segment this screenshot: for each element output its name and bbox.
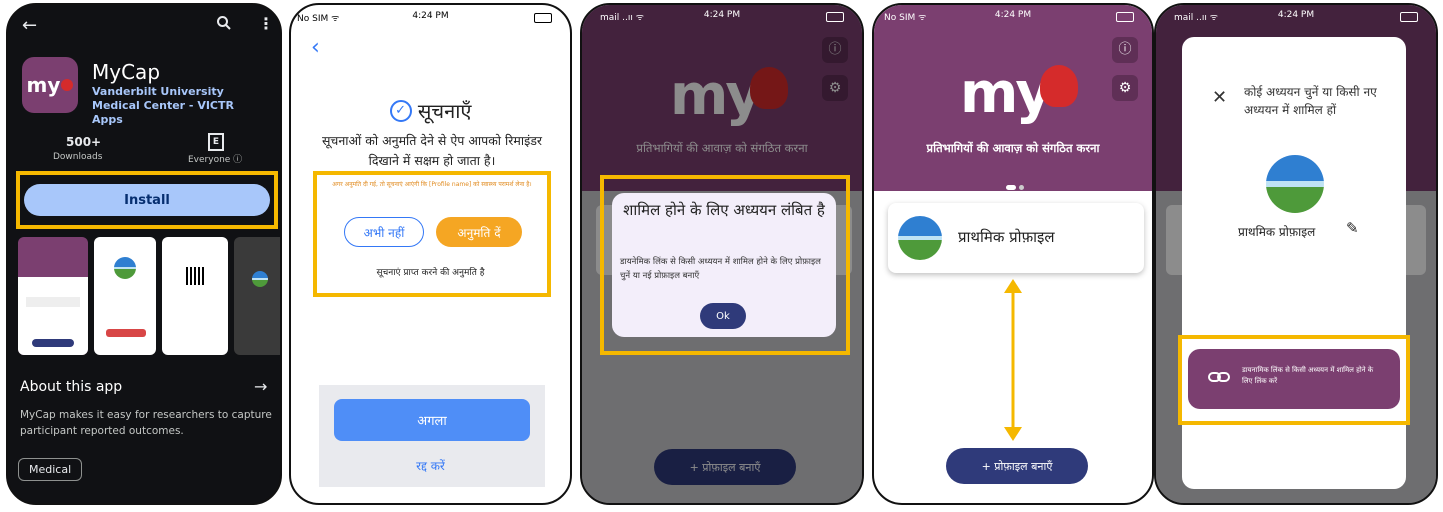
tagline: प्रतिभागियों की आवाज़ को संगठित करना	[926, 141, 1100, 155]
content-rating-icon: E	[208, 133, 224, 151]
about-title[interactable]: About this app	[20, 379, 122, 395]
info-icon[interactable]: ⓘ	[1112, 37, 1138, 63]
dialog-body: डायनेमिक लिंक से किसी अध्ययन में शामिल ह…	[620, 257, 821, 281]
back-chevron-icon[interactable]: ‹	[311, 35, 320, 60]
not-now-button[interactable]: अभी नहीं	[344, 217, 424, 247]
page-indicator	[1006, 185, 1024, 190]
pending-dialog: शामिल होने के लिए अध्ययन लंबित है डायनेम…	[612, 193, 836, 337]
phone-play-store: ← ⋮ my MyCap Vanderbilt University Medic…	[6, 3, 282, 505]
next-button[interactable]: अगला	[334, 399, 530, 441]
install-button[interactable]: Install	[24, 184, 270, 216]
profile-name: प्राथमिक प्रोफ़ाइल	[1238, 225, 1316, 239]
sheet-title: कोई अध्ययन चुनें या किसी नए अध्ययन में श…	[1244, 85, 1377, 117]
search-icon[interactable]	[216, 15, 232, 35]
status-bar: mail ..ıı ᯤ 4:24 PM	[582, 10, 862, 24]
status-bar: No SIM ᯤ 4:24 PM	[291, 11, 570, 25]
screenshot-4[interactable]	[234, 237, 280, 355]
about-text: MyCap makes it easy for researchers to c…	[20, 409, 272, 437]
about-arrow-icon[interactable]: →	[254, 377, 267, 396]
content-rating-label: Everyone ⓘ	[188, 155, 243, 165]
downloads-label: Downloads	[53, 152, 103, 162]
check-circle-icon: ✓	[389, 99, 412, 122]
notice-text: अगर अनुमति दी गई, तो सूचनाएं आएंगी कि [P…	[332, 181, 532, 188]
status-bar: mail ..ıı ᯤ 4:24 PM	[1156, 10, 1436, 24]
back-arrow-icon[interactable]: ←	[22, 15, 37, 36]
edit-pencil-icon[interactable]: ✎	[1346, 219, 1359, 237]
cancel-link[interactable]: रद्द करें	[291, 457, 570, 474]
settings-icon[interactable]: ⚙	[1112, 75, 1138, 101]
allow-status-label: सूचनाएं प्राप्त करने की अनुमति है	[376, 268, 485, 278]
notifications-heading: ✓ सूचनाएँ	[291, 97, 570, 124]
profile-avatar	[898, 216, 942, 260]
profile-avatar	[1266, 155, 1324, 213]
more-options-icon[interactable]: ⋮	[258, 14, 274, 33]
screenshot-3[interactable]	[162, 237, 228, 355]
phone-profile-list: No SIM ᯤ 4:24 PM my ⓘ ⚙ प्रतिभागियों की …	[872, 3, 1154, 505]
app-name: MyCap	[92, 60, 161, 84]
logo-text: my	[960, 61, 1052, 126]
scroll-arrow-indicator	[1002, 279, 1024, 441]
link-icon	[1208, 369, 1230, 389]
bird-icon	[61, 79, 74, 91]
profile-name: प्राथमिक प्रोफ़ाइल	[958, 228, 1055, 246]
screenshot-2[interactable]	[94, 237, 156, 355]
developer-link[interactable]: Vanderbilt University Medical Center - V…	[92, 85, 267, 127]
ok-button[interactable]: Ok	[700, 303, 746, 329]
phone-pending-dialog: my ⓘ ⚙ प्रतिभागियों की आवाज़ को संगठित क…	[580, 3, 864, 505]
allow-button[interactable]: अनुमति दें	[436, 217, 522, 247]
downloads-value: 500+	[66, 135, 102, 149]
dialog-title: शामिल होने के लिए अध्ययन लंबित है	[623, 201, 825, 219]
create-profile-button[interactable]: + प्रोफ़ाइल बनाएँ	[946, 448, 1088, 484]
phone-notifications: No SIM ᯤ 4:24 PM ‹ ✓ सूचनाएँ सूचनाओं को …	[289, 3, 572, 505]
close-icon[interactable]: ✕	[1212, 87, 1227, 108]
status-bar: No SIM ᯤ 4:24 PM	[874, 10, 1152, 24]
bird-logo-icon	[1040, 65, 1078, 107]
app-icon: my	[22, 57, 78, 113]
dynamic-link-label: डायनामिक लिंक से किसी अध्ययन में शामिल ह…	[1242, 366, 1374, 385]
dynamic-link-button[interactable]: डायनामिक लिंक से किसी अध्ययन में शामिल ह…	[1188, 349, 1400, 409]
notifications-description: सूचनाओं को अनुमति देने से ऐप आपको रिमाइं…	[321, 133, 543, 168]
profile-card[interactable]: प्राथमिक प्रोफ़ाइल	[888, 203, 1144, 273]
screenshot-1[interactable]	[18, 237, 88, 355]
category-chip[interactable]: Medical	[18, 458, 83, 481]
phone-join-study: mail ..ıı ᯤ 4:24 PM ✕ कोई अध्ययन चुनें य…	[1154, 3, 1438, 505]
